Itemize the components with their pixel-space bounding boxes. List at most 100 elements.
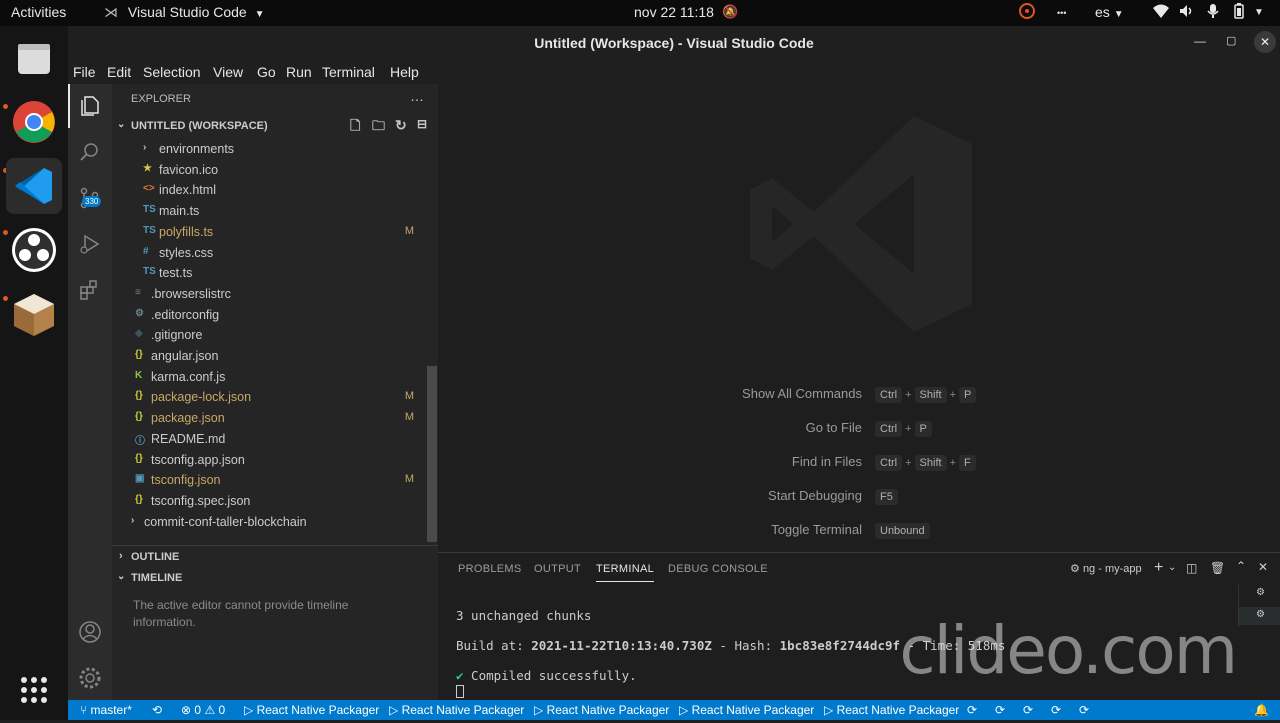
search-button[interactable] bbox=[68, 130, 112, 174]
reload-icon[interactable]: ⟳ bbox=[1079, 703, 1089, 717]
modified-badge: M bbox=[404, 224, 414, 237]
maximize-panel-icon[interactable]: ⌃ bbox=[1236, 559, 1246, 573]
problems-indicator[interactable]: ⊗ 0 ⚠ 0 bbox=[181, 703, 225, 717]
tree-item[interactable]: › environments bbox=[112, 139, 428, 159]
keyboard-layout[interactable]: es ▼ bbox=[1095, 4, 1124, 20]
menu-view[interactable]: View bbox=[213, 64, 243, 80]
menu-selection[interactable]: Selection bbox=[143, 64, 201, 80]
terminal-selector[interactable]: ⚙ ng - my-app bbox=[1070, 562, 1142, 575]
tree-item[interactable]: ≡ .browserslistrc bbox=[112, 284, 428, 304]
packager-item[interactable]: ▷ React Native Packager bbox=[824, 703, 959, 717]
more-actions-icon[interactable]: … bbox=[410, 88, 424, 104]
reload-icon[interactable]: ⟳ bbox=[1023, 703, 1033, 717]
terminal-tab-tools-icon[interactable]: ⚙ bbox=[1256, 587, 1265, 598]
more-indicators[interactable]: ••• bbox=[1057, 8, 1066, 18]
window-title: Untitled (Workspace) - Visual Studio Cod… bbox=[534, 35, 814, 51]
accounts-button[interactable] bbox=[68, 610, 112, 654]
tree-item[interactable]: {} package-lock.json M bbox=[112, 387, 428, 407]
menu-go[interactable]: Go bbox=[257, 64, 276, 80]
tab-problems[interactable]: PROBLEMS bbox=[458, 563, 522, 575]
packager-item[interactable]: ▷ React Native Packager bbox=[244, 703, 379, 717]
manage-button[interactable] bbox=[68, 656, 112, 700]
tree-item[interactable]: Kkarma.conf.js bbox=[112, 367, 428, 387]
tab-output[interactable]: OUTPUT bbox=[534, 563, 581, 575]
tree-item[interactable]: {} angular.json bbox=[112, 346, 428, 366]
menu-run[interactable]: Run bbox=[286, 64, 312, 80]
refresh-icon[interactable]: ↻ bbox=[395, 117, 407, 134]
dock-obs[interactable] bbox=[6, 222, 62, 278]
menu-terminal[interactable]: Terminal bbox=[322, 64, 375, 80]
tree-item[interactable]: › commit-conf-taller-blockchain bbox=[112, 512, 428, 532]
tab-terminal[interactable]: TERMINAL bbox=[596, 563, 655, 582]
tree-item[interactable]: TS main.ts bbox=[112, 201, 428, 221]
tree-item[interactable]: # styles.css bbox=[112, 243, 428, 263]
window-title-bar[interactable]: Untitled (Workspace) - Visual Studio Cod… bbox=[68, 26, 1280, 60]
reload-icon[interactable]: ⟳ bbox=[995, 703, 1005, 717]
sync-icon[interactable]: ⟲ bbox=[152, 703, 162, 717]
tree-item[interactable]: ▣ tsconfig.json M bbox=[112, 470, 428, 490]
battery-icon[interactable] bbox=[1232, 3, 1246, 22]
dock-chrome[interactable] bbox=[6, 94, 62, 150]
menu-help[interactable]: Help bbox=[390, 64, 419, 80]
ubuntu-software-icon[interactable] bbox=[1019, 3, 1035, 22]
split-terminal-icon[interactable]: ◫ bbox=[1186, 561, 1197, 575]
branch-indicator[interactable]: ⑂ master* bbox=[80, 703, 132, 717]
source-control-button[interactable]: 330 bbox=[68, 176, 112, 220]
collapse-all-icon[interactable]: ⊟ bbox=[417, 117, 427, 131]
show-applications-button[interactable] bbox=[6, 662, 62, 718]
run-debug-button[interactable] bbox=[68, 222, 112, 266]
tree-item[interactable]: ⓘ README.md bbox=[112, 429, 428, 449]
notifications-bell-icon[interactable]: 🔔 bbox=[1254, 703, 1269, 717]
tree-item[interactable]: TS test.ts bbox=[112, 263, 428, 283]
play-icon: ▷ bbox=[679, 703, 689, 717]
reload-icon[interactable]: ⟳ bbox=[1051, 703, 1061, 717]
packager-item[interactable]: ▷ React Native Packager bbox=[679, 703, 814, 717]
tree-item[interactable]: {} tsconfig.app.json bbox=[112, 450, 428, 470]
app-menu[interactable]: ⋊ Visual Studio Code ▼ bbox=[104, 4, 265, 21]
tree-item[interactable]: {} package.json M bbox=[112, 408, 428, 428]
tree-item[interactable]: <> index.html bbox=[112, 180, 428, 200]
packager-item[interactable]: ▷ React Native Packager bbox=[389, 703, 524, 717]
system-menu-caret-icon[interactable]: ▼ bbox=[1254, 7, 1264, 18]
dock-package-app[interactable] bbox=[6, 286, 62, 342]
terminal-cursor[interactable] bbox=[456, 685, 464, 698]
timeline-section-header[interactable]: ⌄ TIMELINE bbox=[112, 567, 438, 589]
maximize-icon[interactable]: ▢ bbox=[1226, 34, 1236, 47]
tree-item[interactable]: {} tsconfig.spec.json bbox=[112, 491, 428, 511]
shortcut-label: Start Debugging bbox=[768, 488, 862, 503]
app-menu-label: Visual Studio Code bbox=[127, 4, 247, 20]
packager-item[interactable]: ▷ React Native Packager bbox=[534, 703, 669, 717]
tab-debug-console[interactable]: DEBUG CONSOLE bbox=[668, 563, 768, 575]
menu-edit[interactable]: Edit bbox=[107, 64, 131, 80]
wifi-icon[interactable] bbox=[1152, 3, 1170, 22]
tree-item[interactable]: ★ favicon.ico bbox=[112, 160, 428, 180]
new-folder-icon[interactable]: 🗀 bbox=[372, 117, 385, 139]
branch-name: master* bbox=[90, 703, 132, 717]
volume-icon[interactable] bbox=[1178, 3, 1194, 22]
tree-scrollbar[interactable] bbox=[427, 366, 437, 542]
menu-file[interactable]: File bbox=[73, 64, 96, 80]
dock-files[interactable] bbox=[6, 32, 62, 88]
explorer-button[interactable] bbox=[68, 84, 112, 128]
reload-icon[interactable]: ⟳ bbox=[967, 703, 977, 717]
dock-vscode[interactable] bbox=[6, 158, 62, 214]
close-panel-icon[interactable]: ✕ bbox=[1258, 560, 1268, 574]
trash-icon[interactable]: 🗑 bbox=[1210, 561, 1225, 575]
new-terminal-icon[interactable]: + bbox=[1154, 559, 1163, 577]
minimize-icon[interactable]: — bbox=[1194, 34, 1206, 48]
close-icon[interactable]: ✕ bbox=[1254, 31, 1276, 53]
chevron-down-icon[interactable]: ⌄ bbox=[1168, 562, 1176, 573]
tree-item[interactable]: ◆ .gitignore bbox=[112, 325, 428, 345]
caret-down-icon: ▼ bbox=[254, 9, 265, 20]
tree-item-label: .browserslistrc bbox=[151, 286, 231, 301]
activities-button[interactable]: Activities bbox=[11, 4, 66, 20]
outline-section-header[interactable]: › OUTLINE bbox=[112, 546, 438, 568]
tree-item[interactable]: ⚙ .editorconfig bbox=[112, 305, 428, 325]
workspace-section-header[interactable]: ⌄ UNTITLED (WORKSPACE) 🗋 🗀 ↻ ⊟ bbox=[112, 115, 438, 137]
tree-item[interactable]: TS polyfills.ts M bbox=[112, 222, 428, 242]
extensions-button[interactable] bbox=[68, 268, 112, 312]
editor-area[interactable]: Show All Commands Ctrl + Shift + P Go to File C… bbox=[438, 84, 1280, 552]
clock[interactable]: nov 22 11:18 bbox=[634, 4, 714, 20]
microphone-icon[interactable] bbox=[1206, 3, 1220, 22]
new-file-icon[interactable]: 🗋 bbox=[350, 117, 360, 139]
